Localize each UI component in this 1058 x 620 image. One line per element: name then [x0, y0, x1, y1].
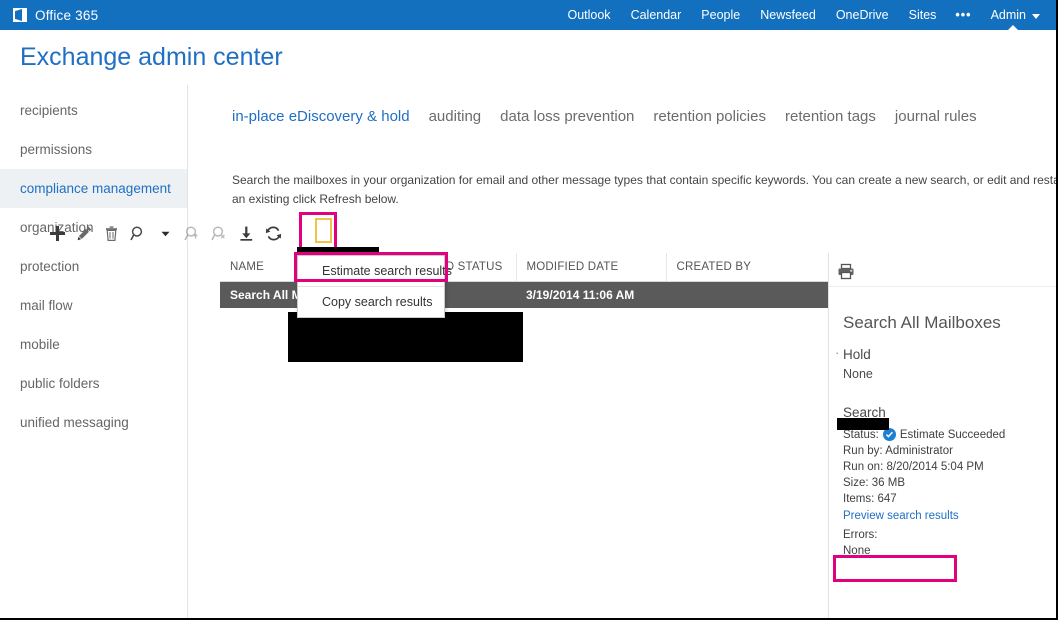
delete-search-button[interactable] [98, 219, 125, 247]
sidebar-item-label: mobile [20, 337, 60, 352]
command-toolbar [44, 218, 287, 248]
office-waffle-icon [13, 8, 27, 22]
sidebar-item-permissions[interactable]: permissions [0, 130, 187, 169]
page-title: Exchange admin center [20, 43, 283, 71]
office365-brand[interactable]: Office 365 [0, 8, 98, 23]
cell-created-by [666, 281, 828, 308]
suite-nav-links: Outlook Calendar People Newsfeed OneDriv… [557, 0, 1056, 31]
sidebar-item-mobile[interactable]: mobile [0, 325, 187, 364]
column-header-modified-date[interactable]: MODIFIED DATE [516, 253, 667, 282]
refresh-icon [265, 226, 282, 240]
suite-brand-label: Office 365 [35, 7, 99, 23]
sidebar-item-label: protection [20, 259, 80, 274]
page-header: Exchange admin center [0, 30, 1056, 85]
sidebar-item-label: unified messaging [20, 415, 129, 430]
search-actions-button[interactable] [125, 219, 152, 247]
details-errors-value: None [843, 545, 871, 557]
print-row [829, 253, 1056, 287]
search-actions-dropdown-menu: Estimate search results Copy search resu… [297, 255, 452, 318]
menu-item-estimate-search-results[interactable]: Estimate search results [298, 256, 452, 286]
tab-retention-policies[interactable]: retention policies [653, 108, 777, 125]
tab-data-loss-prevention[interactable]: data loss prevention [500, 108, 645, 125]
details-search-heading: Search [843, 405, 886, 420]
details-run-by: Run by: Administrator [843, 445, 953, 457]
details-title: Search All Mailboxes [843, 313, 1001, 332]
resume-search-button[interactable] [179, 219, 206, 247]
pencil-icon [77, 226, 92, 240]
suite-link-onedrive[interactable]: OneDrive [826, 0, 899, 30]
redaction-block-details [837, 418, 889, 430]
tab-in-place-ediscovery-and-hold[interactable]: in-place eDiscovery & hold [232, 108, 421, 125]
office365-suite-bar: Office 365 Outlook Calendar People Newsf… [0, 0, 1056, 31]
details-status-label: Status: [843, 428, 879, 441]
suite-link-sites[interactable]: Sites [899, 0, 947, 30]
suite-link-people[interactable]: People [691, 0, 750, 30]
sidebar-item-label: public folders [20, 376, 100, 391]
description-area: Search the mailboxes in your organizatio… [188, 125, 1058, 209]
printer-icon[interactable] [837, 263, 855, 284]
details-hold-heading: Hold [829, 333, 1056, 362]
details-items: Items: 647 [843, 493, 897, 505]
stop-search-button[interactable] [206, 219, 233, 247]
suite-link-outlook[interactable]: Outlook [557, 0, 620, 30]
details-pane: Search All Mailboxes Hold None Search St… [828, 253, 1056, 618]
trash-icon [106, 225, 117, 241]
preview-search-results-link[interactable]: Preview search results [829, 505, 1056, 522]
menu-item-copy-search-results[interactable]: Copy search results [298, 286, 444, 317]
details-size: Size: 36 MB [843, 477, 905, 489]
edit-search-button[interactable] [71, 219, 98, 247]
details-run-on: Run on: 8/20/2014 5:04 PM [843, 461, 984, 473]
new-search-button[interactable] [44, 219, 71, 247]
sidebar-item-compliance-management[interactable]: compliance management [0, 169, 187, 208]
sidebar-item-public-folders[interactable]: public folders [0, 364, 187, 403]
sidebar-item-protection[interactable]: protection [0, 247, 187, 286]
magnifier-up-icon [184, 225, 198, 240]
left-navigation: recipients permissions compliance manage… [0, 85, 188, 618]
details-hold-value: None [843, 367, 873, 381]
cell-name: Search All M [220, 281, 306, 308]
download-icon [240, 226, 253, 241]
chevron-down-icon [1032, 13, 1040, 19]
search-actions-dropdown-arrow[interactable] [152, 219, 179, 247]
suite-link-calendar[interactable]: Calendar [621, 0, 692, 30]
sidebar-item-recipients[interactable]: recipients [0, 91, 187, 130]
column-header-created-by[interactable]: CREATED BY [666, 253, 828, 282]
tab-auditing[interactable]: auditing [429, 108, 493, 125]
tab-bar: in-place eDiscovery & hold auditing data… [188, 85, 1056, 125]
magnifier-x-icon [211, 225, 225, 240]
sidebar-item-unified-messaging[interactable]: unified messaging [0, 403, 187, 442]
chevron-down-icon [161, 231, 170, 236]
details-status-value: Estimate Succeeded [899, 428, 1006, 441]
sidebar-item-mail-flow[interactable]: mail flow [0, 286, 187, 325]
sidebar-item-label: permissions [20, 142, 93, 157]
cell-modified-date: 3/19/2014 11:06 AM [516, 281, 666, 308]
suite-overflow-icon[interactable]: ••• [946, 0, 980, 30]
sidebar-item-label: mail flow [20, 298, 73, 313]
export-results-button[interactable] [233, 219, 260, 247]
description-text: Search the mailboxes in your organizatio… [232, 173, 1058, 206]
plus-icon [50, 225, 65, 241]
app-window: Office 365 Outlook Calendar People Newsf… [0, 0, 1058, 620]
column-header-name[interactable]: NAME [220, 253, 307, 282]
suite-link-newsfeed[interactable]: Newsfeed [750, 0, 826, 30]
details-errors-label: Errors: [843, 529, 878, 541]
sidebar-item-label: compliance management [20, 181, 171, 196]
magnifier-icon [130, 225, 143, 240]
tab-retention-tags[interactable]: retention tags [785, 108, 887, 125]
sidebar-item-label: recipients [20, 103, 78, 118]
redaction-block-table [288, 312, 523, 362]
refresh-button[interactable] [260, 219, 287, 247]
admin-menu[interactable]: Admin [981, 0, 1046, 31]
tab-journal-rules[interactable]: journal rules [895, 108, 988, 125]
